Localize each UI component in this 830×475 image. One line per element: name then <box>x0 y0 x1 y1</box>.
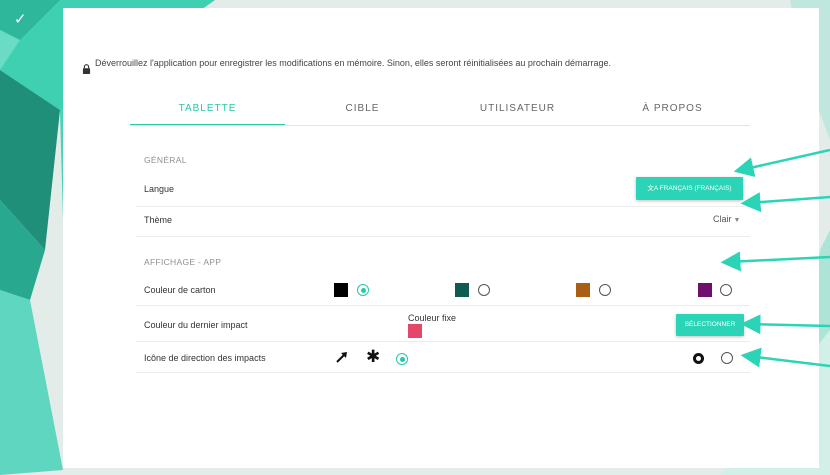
fixed-color-swatch[interactable] <box>408 324 422 338</box>
direction-label: Icône de direction des impacts <box>144 353 266 363</box>
tab-bar: TABLETTE CIBLE UTILISATEUR À PROPOS <box>130 95 750 126</box>
unlock-notice: Déverrouillez l'application pour enregis… <box>82 58 692 74</box>
tab-a-propos[interactable]: À PROPOS <box>595 95 750 124</box>
arrow-icon[interactable] <box>335 350 349 364</box>
tab-divider <box>130 125 750 126</box>
chevron-down-icon: ▼ <box>733 217 741 224</box>
tab-tablette[interactable]: TABLETTE <box>130 95 285 126</box>
theme-select[interactable]: Clair ▼ <box>713 214 740 224</box>
theme-value: Clair <box>713 214 732 224</box>
translate-icon: 文A <box>647 185 658 192</box>
card-color-swatch-purple[interactable] <box>698 283 712 297</box>
card-color-radio-purple[interactable] <box>720 284 732 296</box>
target-icon[interactable] <box>692 352 705 365</box>
tab-utilisateur[interactable]: UTILISATEUR <box>440 95 595 124</box>
language-label: Langue <box>144 184 175 194</box>
card-color-swatch-teal[interactable] <box>455 283 469 297</box>
theme-label: Thème <box>144 215 173 225</box>
section-header-general: GÉNÉRAL <box>144 155 187 165</box>
lock-icon <box>82 64 91 74</box>
select-color-button[interactable]: SÉLECTIONNER <box>676 314 744 336</box>
language-button[interactable]: 文A FRANÇAIS (FRANÇAIS) <box>636 177 743 200</box>
asterisk-icon[interactable]: ✱ <box>366 347 380 367</box>
card-color-swatch-black[interactable] <box>334 283 348 297</box>
card-color-radio-black[interactable] <box>357 284 369 296</box>
card-color-label: Couleur de carton <box>144 285 216 295</box>
fixed-color-label: Couleur fixe <box>408 313 457 323</box>
card-color-radio-brown[interactable] <box>599 284 611 296</box>
direction-radio-asterisk[interactable] <box>396 353 408 365</box>
row-divider <box>136 305 750 306</box>
check-icon[interactable]: ✓ <box>14 10 27 28</box>
card-color-swatch-brown[interactable] <box>576 283 590 297</box>
settings-panel <box>63 8 819 468</box>
language-button-label: FRANÇAIS (FRANÇAIS) <box>659 185 732 192</box>
section-header-display: AFFICHAGE - APP <box>144 257 222 267</box>
row-divider <box>136 206 750 207</box>
tab-cible[interactable]: CIBLE <box>285 95 440 124</box>
row-divider <box>136 372 750 373</box>
row-divider <box>136 236 750 237</box>
direction-radio-target[interactable] <box>721 352 733 364</box>
unlock-notice-text: Déverrouillez l'application pour enregis… <box>95 58 611 68</box>
row-divider <box>136 341 750 342</box>
last-impact-label: Couleur du dernier impact <box>144 320 248 330</box>
card-color-radio-teal[interactable] <box>478 284 490 296</box>
